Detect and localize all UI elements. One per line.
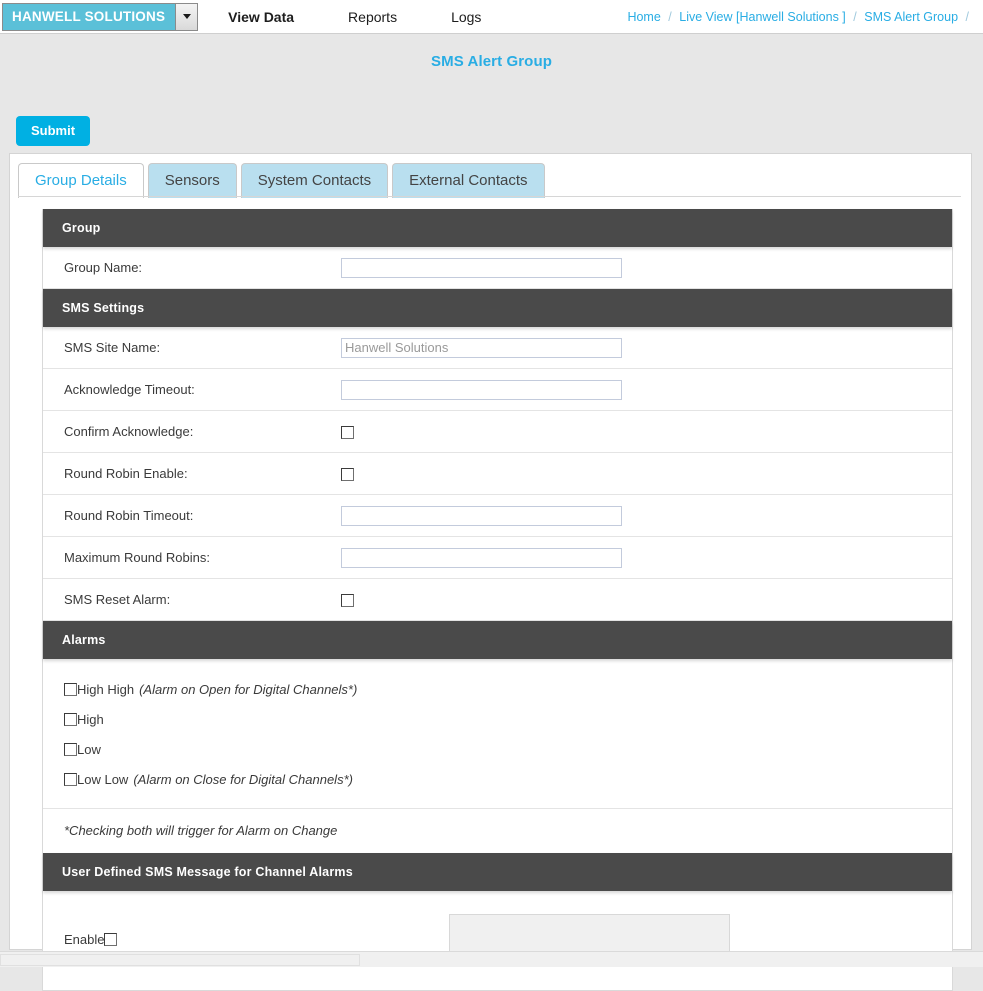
site-selector-dropdown[interactable]: HANWELL SOLUTIONS [2,2,199,31]
form-row-sms-reset-alarm: SMS Reset Alarm: [43,579,952,621]
tab-bar-divider [18,196,961,197]
user-message-body: Enable [43,891,952,990]
label-maximum-round-robins: Maximum Round Robins: [64,550,210,565]
form-row-group-name: Group Name: [43,247,952,289]
nav-link-reports[interactable]: Reports [348,9,397,25]
chevron-down-icon[interactable] [175,3,198,30]
label-acknowledge-timeout: Acknowledge Timeout: [64,382,195,397]
label-round-robin-enable: Round Robin Enable: [64,466,188,481]
low-low-checkbox[interactable] [64,772,77,786]
nav-link-view-data[interactable]: View Data [228,9,294,25]
group-details-form: Group Group Name: SMS Settings SMS Site … [42,209,953,991]
alarm-option-high[interactable]: High [64,704,357,734]
section-header-group: Group [43,209,952,247]
alarm-note-high-high: (Alarm on Open for Digital Channels*) [139,681,358,697]
nav-link-logs[interactable]: Logs [451,9,481,25]
primary-nav-links: View Data Reports Logs [228,9,535,25]
sms-site-name-input[interactable] [341,337,622,358]
breadcrumb-separator: / [965,10,969,24]
breadcrumb-separator: / [668,10,672,24]
round-robin-timeout-input[interactable] [341,505,622,526]
site-selector-value: HANWELL SOLUTIONS [3,3,176,30]
breadcrumb-item-live-view[interactable]: Live View [Hanwell Solutions ] [679,10,846,24]
content-card: Group Details Sensors System Contacts Ex… [9,153,972,991]
tab-group-details[interactable]: Group Details [18,163,144,198]
alarms-checkbox-grid: High High (Alarm on Open for Digital Cha… [43,659,952,809]
tab-sensors[interactable]: Sensors [147,163,237,198]
alarm-label-low-low: Low Low [77,771,129,787]
user-message-enable-row[interactable]: Enable [43,931,118,947]
label-group-name: Group Name: [64,260,143,275]
section-header-user-message: User Defined SMS Message for Channel Ala… [43,853,952,891]
form-row-round-robin-timeout: Round Robin Timeout: [43,495,952,537]
round-robin-enable-checkbox[interactable] [341,468,354,482]
alarm-label-high-high: High High [77,681,135,697]
alarm-label-high: High [77,711,104,727]
label-user-message-enable: Enable [64,931,105,947]
tab-external-contacts[interactable]: External Contacts [392,163,545,198]
form-row-round-robin-enable: Round Robin Enable: [43,453,952,495]
acknowledge-timeout-input[interactable] [341,379,622,400]
label-sms-reset-alarm: SMS Reset Alarm: [64,592,171,607]
breadcrumb-item-home[interactable]: Home [627,10,660,24]
form-row-acknowledge-timeout: Acknowledge Timeout: [43,369,952,411]
form-row-confirm-acknowledge: Confirm Acknowledge: [43,411,952,453]
section-header-sms-settings: SMS Settings [43,289,952,327]
high-checkbox[interactable] [64,712,77,726]
alarm-option-low[interactable]: Low [64,734,357,764]
form-row-maximum-round-robins: Maximum Round Robins: [43,537,952,579]
low-checkbox[interactable] [64,742,77,756]
breadcrumb-separator: / [853,10,857,24]
label-confirm-acknowledge: Confirm Acknowledge: [64,424,194,439]
page-title: SMS Alert Group [431,53,552,70]
alarm-note-low-low: (Alarm on Close for Digital Channels*) [133,771,353,787]
alarm-label-low: Low [77,741,101,757]
group-name-input[interactable] [341,257,622,278]
confirm-acknowledge-checkbox[interactable] [341,426,354,440]
maximum-round-robins-input[interactable] [341,547,622,568]
alarms-left-column: High High (Alarm on Open for Digital Cha… [43,674,357,794]
tab-bar: Group Details Sensors System Contacts Ex… [10,154,971,198]
page-header-band: SMS Alert Group Submit [0,34,983,146]
top-navigation-bar: HANWELL SOLUTIONS View Data Reports Logs… [0,0,983,34]
section-header-alarms: Alarms [43,621,952,659]
form-row-sms-site-name: SMS Site Name: [43,327,952,369]
user-message-enable-checkbox[interactable] [104,932,118,946]
high-high-checkbox[interactable] [64,682,77,696]
horizontal-scrollbar[interactable] [0,951,983,967]
sms-reset-alarm-checkbox[interactable] [341,594,354,608]
alarm-option-low-low[interactable]: Low Low (Alarm on Close for Digital Chan… [64,764,357,794]
alarms-footnote: *Checking both will trigger for Alarm on… [43,809,952,853]
label-sms-site-name: SMS Site Name: [64,340,161,355]
label-round-robin-timeout: Round Robin Timeout: [64,508,194,523]
alarm-option-high-high[interactable]: High High (Alarm on Open for Digital Cha… [64,674,357,704]
submit-button[interactable]: Submit [16,116,91,146]
tab-system-contacts[interactable]: System Contacts [240,163,389,198]
breadcrumb: Home / Live View [Hanwell Solutions ] / … [627,10,973,24]
horizontal-scrollbar-thumb[interactable] [0,954,360,966]
breadcrumb-item-sms-alert-group[interactable]: SMS Alert Group [864,10,958,24]
